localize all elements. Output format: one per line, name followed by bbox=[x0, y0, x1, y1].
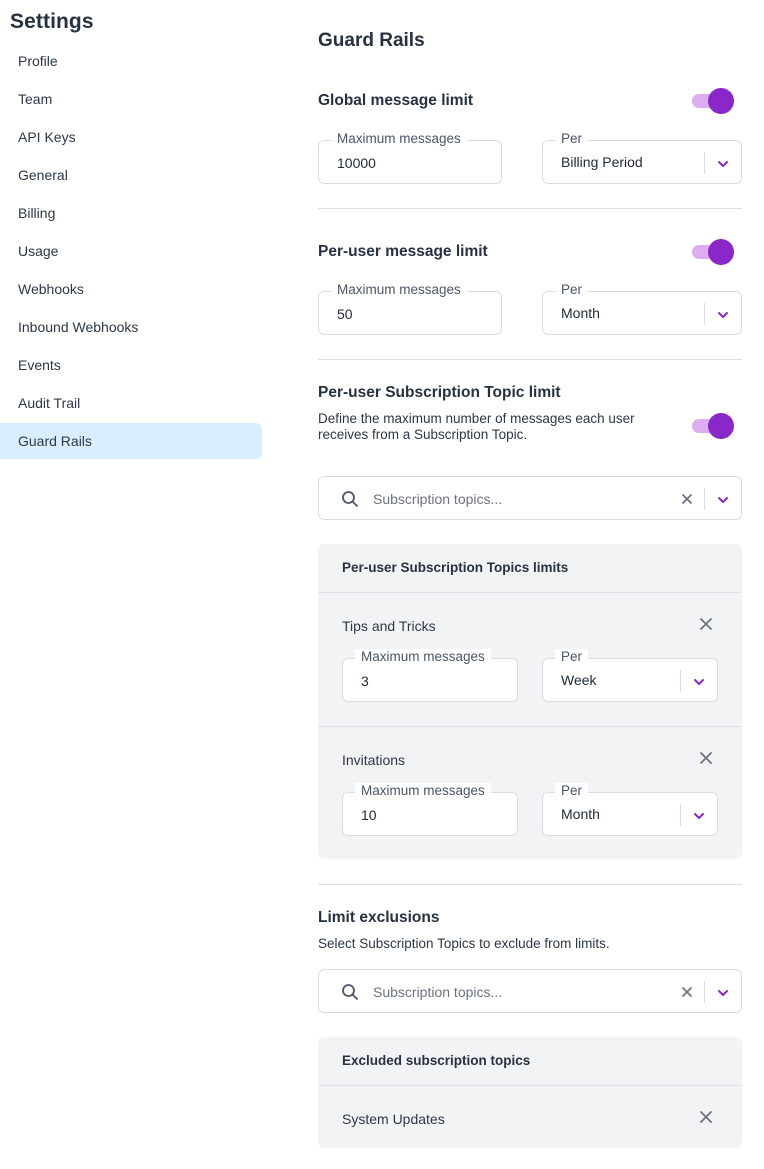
exclusions-search-field[interactable] bbox=[318, 969, 742, 1013]
sidebar-item-profile[interactable]: Profile bbox=[0, 43, 262, 79]
chevron-down-icon[interactable] bbox=[692, 675, 706, 689]
select-separator bbox=[704, 488, 705, 510]
global-max-messages-field[interactable]: Maximum messages bbox=[318, 131, 502, 184]
sidebar: Settings Profile Team API Keys General B… bbox=[0, 0, 262, 1169]
topic-limit-description: Define the maximum number of messages ea… bbox=[318, 411, 635, 442]
topic-search-input[interactable] bbox=[373, 489, 663, 509]
search-icon bbox=[342, 491, 358, 507]
clear-icon[interactable] bbox=[681, 986, 693, 998]
field-label: Per bbox=[555, 282, 589, 298]
topic-name: Invitations bbox=[342, 752, 406, 768]
sidebar-item-inbound-webhooks[interactable]: Inbound Webhooks bbox=[0, 309, 262, 345]
field-label: Per bbox=[555, 649, 589, 665]
sidebar-item-guard-rails[interactable]: Guard Rails bbox=[0, 423, 262, 459]
select-value: Week bbox=[561, 672, 597, 688]
topic-limit-toggle[interactable] bbox=[690, 412, 734, 440]
divider bbox=[318, 208, 742, 209]
toggle-knob bbox=[708, 88, 734, 114]
sidebar-item-api-keys[interactable]: API Keys bbox=[0, 119, 262, 155]
topic-per-select[interactable]: Per Week bbox=[542, 649, 718, 702]
select-separator bbox=[704, 303, 705, 325]
topic-search-field[interactable] bbox=[318, 476, 742, 520]
close-icon[interactable] bbox=[700, 1111, 712, 1123]
sidebar-title: Settings bbox=[10, 10, 94, 33]
toggle-knob bbox=[708, 239, 734, 265]
field-label: Maximum messages bbox=[331, 131, 467, 147]
select-separator bbox=[704, 152, 705, 174]
excluded-topic-name: System Updates bbox=[342, 1111, 445, 1127]
field-label: Maximum messages bbox=[355, 649, 491, 665]
select-value: Month bbox=[561, 305, 600, 321]
panel-title: Per-user Subscription Topics limits bbox=[342, 560, 569, 575]
chevron-down-icon[interactable] bbox=[716, 157, 730, 171]
sidebar-item-events[interactable]: Events bbox=[0, 347, 262, 383]
select-separator bbox=[704, 981, 705, 1003]
select-separator bbox=[680, 670, 681, 692]
per-user-limit-title: Per-user message limit bbox=[318, 243, 488, 260]
sidebar-item-general[interactable]: General bbox=[0, 157, 262, 193]
field-label: Per bbox=[555, 783, 589, 799]
exclusions-description: Select Subscription Topics to exclude fr… bbox=[318, 936, 610, 951]
sidebar-item-billing[interactable]: Billing bbox=[0, 195, 262, 231]
exclusions-search-input[interactable] bbox=[373, 982, 663, 1002]
chevron-down-icon[interactable] bbox=[716, 986, 730, 1000]
toggle-knob bbox=[708, 413, 734, 439]
topic-max-messages-field[interactable]: Maximum messages bbox=[342, 649, 518, 702]
select-value: Month bbox=[561, 806, 600, 822]
global-per-select[interactable]: Per Billing Period bbox=[542, 131, 742, 184]
field-label: Maximum messages bbox=[331, 282, 467, 298]
topic-per-select[interactable]: Per Month bbox=[542, 783, 718, 836]
search-icon bbox=[342, 984, 358, 1000]
sidebar-nav: Profile Team API Keys General Billing Us… bbox=[0, 43, 262, 461]
divider bbox=[318, 359, 742, 360]
topic-max-messages-input[interactable] bbox=[361, 671, 507, 691]
exclusions-title: Limit exclusions bbox=[318, 909, 440, 926]
select-separator bbox=[680, 804, 681, 826]
topic-limits-panel: Per-user Subscription Topics limits Tips… bbox=[318, 544, 742, 859]
close-icon[interactable] bbox=[700, 752, 712, 764]
per-user-max-messages-field[interactable]: Maximum messages bbox=[318, 282, 502, 335]
chevron-down-icon[interactable] bbox=[716, 493, 730, 507]
excluded-topics-panel: Excluded subscription topics System Upda… bbox=[318, 1037, 742, 1148]
divider bbox=[318, 592, 742, 593]
field-label: Maximum messages bbox=[355, 783, 491, 799]
chevron-down-icon[interactable] bbox=[716, 308, 730, 322]
panel-title: Excluded subscription topics bbox=[342, 1053, 531, 1068]
global-limit-title: Global message limit bbox=[318, 92, 474, 109]
divider bbox=[318, 1085, 742, 1086]
chevron-down-icon[interactable] bbox=[692, 809, 706, 823]
clear-icon[interactable] bbox=[681, 493, 693, 505]
sidebar-item-usage[interactable]: Usage bbox=[0, 233, 262, 269]
global-limit-toggle[interactable] bbox=[690, 87, 734, 115]
select-value: Billing Period bbox=[561, 154, 643, 170]
divider bbox=[318, 884, 742, 885]
per-user-limit-toggle[interactable] bbox=[690, 238, 734, 266]
divider bbox=[318, 726, 742, 727]
sidebar-item-team[interactable]: Team bbox=[0, 81, 262, 117]
per-user-per-select[interactable]: Per Month bbox=[542, 282, 742, 335]
page-title: Guard Rails bbox=[318, 30, 425, 51]
sidebar-item-webhooks[interactable]: Webhooks bbox=[0, 271, 262, 307]
close-icon[interactable] bbox=[700, 618, 712, 630]
topic-name: Tips and Tricks bbox=[342, 618, 436, 634]
topic-limit-title: Per-user Subscription Topic limit bbox=[318, 384, 561, 401]
field-label: Per bbox=[555, 131, 589, 147]
topic-max-messages-input[interactable] bbox=[361, 805, 507, 825]
per-user-max-messages-input[interactable] bbox=[337, 304, 491, 324]
topic-max-messages-field[interactable]: Maximum messages bbox=[342, 783, 518, 836]
sidebar-item-audit-trail[interactable]: Audit Trail bbox=[0, 385, 262, 421]
global-max-messages-input[interactable] bbox=[337, 153, 491, 173]
